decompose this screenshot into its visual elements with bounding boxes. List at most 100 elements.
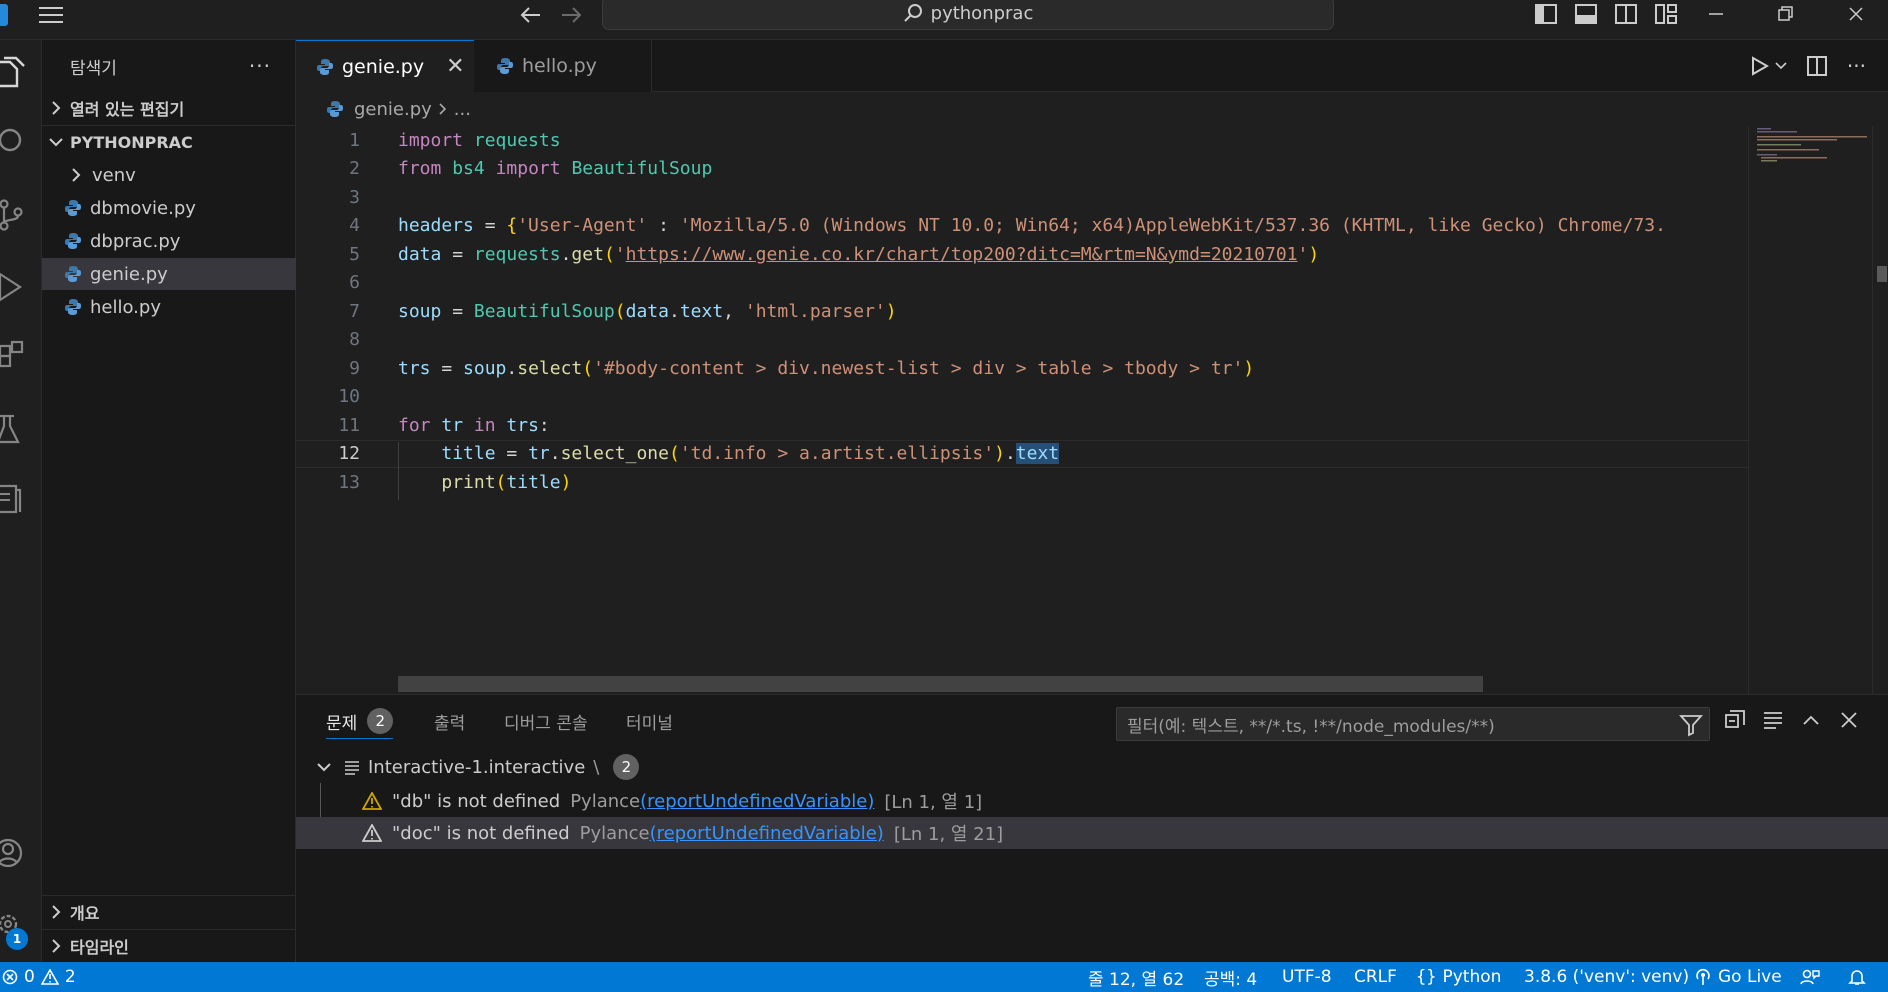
activity-explorer[interactable] bbox=[0, 48, 42, 98]
forward-button[interactable] bbox=[556, 2, 586, 28]
explorer-more-actions-icon[interactable]: ··· bbox=[249, 54, 271, 78]
menu-button[interactable] bbox=[34, 2, 68, 28]
problem-item[interactable]: "doc" is not defined Pylance (reportUnde… bbox=[296, 817, 1888, 849]
tab-label: 디버그 콘솔 bbox=[504, 713, 588, 734]
close-window-button[interactable] bbox=[1836, 0, 1876, 28]
problems-group-row[interactable]: Interactive-1.interactive \ 2 bbox=[296, 751, 1888, 783]
indentation-setting[interactable]: 공백: 4 bbox=[1204, 962, 1257, 992]
view-as-list-icon[interactable] bbox=[1762, 709, 1784, 731]
activity-extensions[interactable] bbox=[0, 332, 42, 382]
interpreter-text: 3.8.6 ('venv': venv) bbox=[1524, 967, 1690, 987]
activity-search[interactable] bbox=[0, 118, 42, 168]
close-tab-icon[interactable]: ✕ bbox=[446, 54, 464, 79]
indent-guide bbox=[398, 442, 399, 500]
open-editors-section[interactable]: 열려 있는 편집기 bbox=[42, 92, 296, 124]
breadcrumb-file[interactable]: genie.py bbox=[354, 99, 432, 120]
error-count: 0 bbox=[24, 967, 35, 987]
problem-rule-link[interactable]: (reportUndefinedVariable) bbox=[650, 823, 884, 844]
problems-group-count: 2 bbox=[613, 754, 640, 780]
problems-filter-input[interactable]: 필터(예: 텍스트, **/*.ts, !**/node_modules/**) bbox=[1116, 707, 1710, 741]
line-number: 4 bbox=[349, 215, 360, 237]
breadcrumb: genie.py ... bbox=[296, 92, 1888, 126]
run-debug-icon bbox=[0, 272, 23, 302]
toggle-secondary-sidebar-button[interactable] bbox=[1606, 0, 1646, 28]
code-line: 2 from bs4 import BeautifulSoup bbox=[296, 155, 1748, 184]
python-file-icon bbox=[327, 101, 343, 117]
minimize-button[interactable] bbox=[1696, 0, 1736, 28]
close-icon[interactable] bbox=[1838, 709, 1860, 731]
feedback-button[interactable] bbox=[1800, 962, 1820, 992]
python-file-icon bbox=[65, 299, 81, 315]
problem-message: "doc" is not defined bbox=[392, 822, 570, 844]
chevron-right-icon bbox=[52, 939, 61, 953]
tab-genie-py[interactable]: genie.py ✕ bbox=[296, 40, 474, 92]
activity-source-control[interactable] bbox=[0, 190, 42, 240]
warning-count: 2 bbox=[64, 967, 76, 987]
breadcrumb-symbols[interactable]: ... bbox=[454, 99, 471, 120]
tab-problems[interactable]: 문제 2 bbox=[326, 695, 394, 747]
line-number: 1 bbox=[349, 129, 360, 151]
tree-item-genie[interactable]: genie.py bbox=[42, 258, 296, 290]
vertical-scrollbar[interactable] bbox=[1872, 126, 1888, 694]
tab-output[interactable]: 출력 bbox=[434, 695, 465, 747]
warning-icon bbox=[362, 792, 382, 810]
cursor-position[interactable]: 줄 12, 열 62 bbox=[1088, 962, 1184, 992]
encoding-setting[interactable]: UTF-8 bbox=[1282, 962, 1332, 992]
run-python-file-button[interactable] bbox=[1751, 56, 1787, 76]
go-live-button[interactable]: Go Live bbox=[1694, 962, 1782, 992]
tree-item-label: genie.py bbox=[90, 263, 168, 285]
toggle-primary-sidebar-button[interactable] bbox=[1526, 0, 1566, 28]
customize-layout-button[interactable] bbox=[1646, 0, 1686, 28]
line-number: 5 bbox=[349, 243, 360, 265]
minimap[interactable] bbox=[1748, 126, 1872, 694]
activity-run-debug[interactable] bbox=[0, 262, 42, 312]
language-text: Python bbox=[1442, 967, 1502, 987]
problems-count-badge: 2 bbox=[367, 708, 394, 734]
chevron-right-icon bbox=[52, 905, 61, 919]
python-file-icon bbox=[497, 58, 513, 74]
tab-terminal[interactable]: 터미널 bbox=[626, 695, 673, 747]
notifications-button[interactable] bbox=[1848, 962, 1866, 992]
outline-section[interactable]: 개요 bbox=[42, 896, 296, 928]
restore-button[interactable] bbox=[1766, 0, 1806, 28]
filter-icon[interactable] bbox=[1679, 713, 1703, 737]
tab-debug-console[interactable]: 디버그 콘솔 bbox=[504, 695, 588, 747]
problem-rule-link[interactable]: (reportUndefinedVariable) bbox=[640, 791, 874, 812]
tree-item-dbprac[interactable]: dbprac.py bbox=[42, 225, 296, 257]
python-interpreter[interactable]: 3.8.6 ('venv': venv) bbox=[1524, 962, 1689, 992]
indentation-text: 공백: 4 bbox=[1204, 969, 1258, 990]
problems-status[interactable]: 0 2 bbox=[0, 962, 76, 992]
code-editor[interactable]: 1 import requests 2 from bs4 import Beau… bbox=[296, 126, 1888, 694]
command-center-search[interactable]: pythonprac bbox=[602, 0, 1334, 30]
eol-text: CRLF bbox=[1354, 967, 1397, 987]
tab-label: genie.py bbox=[342, 55, 425, 78]
back-button[interactable] bbox=[516, 2, 546, 28]
tree-item-dbmovie[interactable]: dbmovie.py bbox=[42, 192, 296, 224]
close-icon bbox=[1849, 7, 1863, 21]
chevron-right-icon bbox=[72, 168, 81, 182]
chevron-up-icon[interactable] bbox=[1800, 709, 1822, 731]
language-mode[interactable]: {} Python bbox=[1416, 962, 1501, 992]
project-folder-section[interactable]: PYTHONPRAC bbox=[42, 126, 296, 158]
activity-accounts[interactable] bbox=[0, 828, 42, 878]
path-separator: \ bbox=[593, 756, 600, 778]
activity-bar: 1 bbox=[0, 40, 42, 962]
files-icon bbox=[0, 56, 25, 88]
collapse-all-icon[interactable] bbox=[1724, 709, 1746, 731]
more-actions-icon[interactable]: ··· bbox=[1847, 54, 1866, 78]
code-line: 4 headers = {'User-Agent' : 'Mozilla/5.0… bbox=[296, 212, 1748, 241]
horizontal-scrollbar[interactable] bbox=[398, 676, 1483, 692]
tree-item-venv[interactable]: venv bbox=[42, 159, 296, 191]
tree-item-hello[interactable]: hello.py bbox=[42, 291, 296, 323]
minimap-preview bbox=[1757, 128, 1867, 162]
toggle-panel-button[interactable] bbox=[1566, 0, 1606, 28]
tab-label: 터미널 bbox=[626, 713, 673, 734]
eol-setting[interactable]: CRLF bbox=[1354, 962, 1397, 992]
arrow-left-icon bbox=[520, 7, 540, 23]
activity-notebook[interactable] bbox=[0, 474, 42, 524]
problem-item[interactable]: "db" is not defined Pylance (reportUndef… bbox=[296, 785, 1888, 817]
activity-testing[interactable] bbox=[0, 404, 42, 454]
split-editor-icon[interactable] bbox=[1806, 56, 1827, 76]
timeline-section[interactable]: 타임라인 bbox=[42, 930, 296, 962]
tab-hello-py[interactable]: hello.py bbox=[474, 40, 652, 92]
